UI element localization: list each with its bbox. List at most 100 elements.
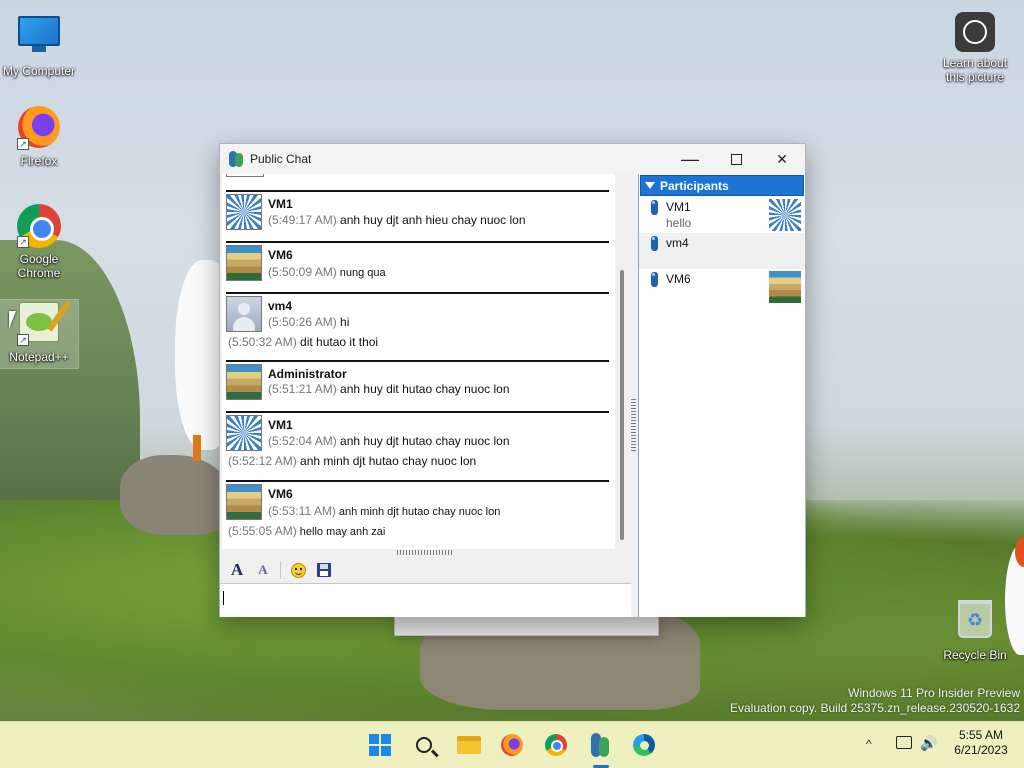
desktop-icon-recycle-bin[interactable]: ♻ Recycle Bin <box>936 600 1014 662</box>
message-history[interactable]: VM1 (5:49:17 AM) anh huy djt anh hieu ch… <box>222 174 615 549</box>
participant-name: VM6 <box>666 272 691 286</box>
maximize-button[interactable] <box>713 144 759 174</box>
message-group: VM1 (5:52:04 AM) anh huy djt hutao chay … <box>226 411 609 479</box>
message-line: (5:52:04 AM) anh huy djt hutao chay nuoc… <box>268 434 510 448</box>
message-group: VM1 (5:49:17 AM) anh huy djt anh hieu ch… <box>226 190 609 240</box>
message-group: Administrator (5:51:21 AM) anh huy dit h… <box>226 360 609 410</box>
message-text: anh huy dit hutao chay nuoc lon <box>340 382 510 396</box>
message-sender: VM1 <box>268 197 293 211</box>
save-icon <box>317 563 331 577</box>
format-toolbar: A A <box>222 558 630 582</box>
message-time: (5:53:11 AM) <box>268 504 336 518</box>
scrollbar-thumb[interactable] <box>620 270 624 540</box>
mouse-cursor-icon <box>9 311 16 329</box>
participants-header[interactable]: Participants <box>640 175 804 196</box>
search-button[interactable] <box>410 731 438 759</box>
collapse-triangle-icon <box>645 182 655 189</box>
font-icon: A <box>230 560 244 579</box>
minimize-button[interactable]: — <box>667 144 713 174</box>
message-input[interactable] <box>220 583 631 617</box>
desktop-icon-firefox[interactable]: ↗ Firefox <box>0 106 78 168</box>
message-line: (5:50:26 AM) hi <box>268 315 349 329</box>
chrome-icon: ↗ <box>17 204 61 248</box>
message-text: anh minh djt hutao chay nuoc lon <box>338 506 501 518</box>
start-button[interactable] <box>366 731 394 759</box>
clock-date: 6/21/2023 <box>954 743 1008 757</box>
participant-name: vm4 <box>666 236 689 250</box>
desktop-icon-my-computer[interactable]: My Computer <box>0 10 78 78</box>
desktop-icon-label: My Computer <box>2 64 76 78</box>
taskbar-firefox[interactable] <box>498 731 526 759</box>
font-color-button[interactable]: A <box>252 559 274 581</box>
taskbar-chrome[interactable] <box>542 731 570 759</box>
window-titlebar[interactable]: Public Chat — ✕ <box>220 144 805 174</box>
windows-watermark: Windows 11 Pro Insider Preview Evaluatio… <box>730 686 1020 716</box>
message-text: nung qua <box>339 267 386 279</box>
volume-icon[interactable]: 🔊 <box>920 735 937 752</box>
participant-item[interactable]: VM6 <box>639 269 805 305</box>
background-window[interactable] <box>394 614 659 636</box>
message-time: (5:55:05 AM) <box>228 524 297 538</box>
desktop-icon-google-chrome[interactable]: ↗ Google Chrome <box>0 204 78 280</box>
watermark-line: Evaluation copy. Build 25375.zn_release.… <box>730 701 1020 715</box>
desktop-icon-learn-about-picture[interactable]: Learn about this picture <box>936 12 1014 84</box>
maximize-icon <box>730 153 742 165</box>
taskbar-file-explorer[interactable] <box>455 731 483 759</box>
message-time: (5:50:32 AM) <box>228 335 297 349</box>
network-icon[interactable] <box>896 736 912 749</box>
participant-item[interactable]: VM1 hello <box>639 197 805 233</box>
message-line: (5:49:17 AM) anh huy djt anh hieu chay n… <box>268 213 526 227</box>
splitter-handle-horizontal[interactable] <box>397 550 453 555</box>
firefox-icon: ↗ <box>17 106 61 150</box>
participant-status: hello <box>666 216 692 230</box>
notepad-plus-plus-icon: ↗ <box>17 302 61 346</box>
message-scrollbar[interactable] <box>618 174 628 549</box>
message-line: (5:52:12 AM) anh minh djt hutao chay nuo… <box>228 454 476 468</box>
avatar <box>226 174 264 177</box>
message-line: (5:51:21 AM) anh huy dit hutao chay nuoc… <box>268 382 510 396</box>
clock-time: 5:55 AM <box>958 728 1004 742</box>
taskbar-edge[interactable] <box>630 731 658 759</box>
background-rock <box>120 455 230 535</box>
message-sender: VM1 <box>268 418 293 432</box>
taskbar-chat-app[interactable] <box>586 731 614 759</box>
file-explorer-icon <box>457 736 481 754</box>
desktop-icon-label: Firefox <box>20 154 58 168</box>
user-icon <box>651 272 658 287</box>
message-line: (5:55:05 AM) hello may anh zai <box>228 524 385 538</box>
participant-avatar <box>769 271 801 303</box>
participants-header-label: Participants <box>660 178 729 193</box>
public-chat-window: Public Chat — ✕ VM1 (5:49:17 AM) anh huy… <box>219 143 806 617</box>
search-icon <box>416 737 432 753</box>
background-hill <box>0 240 140 540</box>
message-sender: Administrator <box>268 367 347 381</box>
chat-app-icon <box>589 733 611 757</box>
shortcut-arrow-icon: ↗ <box>17 138 29 150</box>
message-sender: vm4 <box>268 299 293 313</box>
save-button[interactable] <box>313 559 335 581</box>
message-group: VM6 (5:53:11 AM) anh minh djt hutao chay… <box>226 480 609 548</box>
font-button[interactable]: A <box>226 559 248 581</box>
avatar <box>226 415 262 451</box>
message-sender: VM6 <box>268 248 293 262</box>
emoticon-button[interactable] <box>287 559 309 581</box>
close-button[interactable]: ✕ <box>759 144 805 174</box>
font-color-icon: A <box>258 562 268 577</box>
message-text: anh minh djt hutao chay nuoc lon <box>300 454 477 468</box>
avatar <box>226 194 262 230</box>
system-clock[interactable]: 5:55 AM 6/21/2023 <box>944 728 1018 758</box>
avatar <box>226 484 262 520</box>
message-time: (5:51:21 AM) <box>268 382 337 396</box>
window-body: VM1 (5:49:17 AM) anh huy djt anh hieu ch… <box>220 174 805 617</box>
chat-app-icon <box>229 151 243 167</box>
message-time: (5:50:26 AM) <box>268 315 337 329</box>
window-title: Public Chat <box>250 152 312 166</box>
message-text: anh huy djt hutao chay nuoc lon <box>340 434 510 448</box>
splitter-handle-vertical[interactable] <box>631 399 636 453</box>
participant-item[interactable]: vm4 <box>639 233 805 269</box>
computer-icon <box>17 16 61 60</box>
message-text: hi <box>340 315 350 329</box>
show-hidden-icons-button[interactable]: ^ <box>866 737 872 751</box>
user-icon <box>651 200 658 215</box>
avatar <box>226 296 262 332</box>
